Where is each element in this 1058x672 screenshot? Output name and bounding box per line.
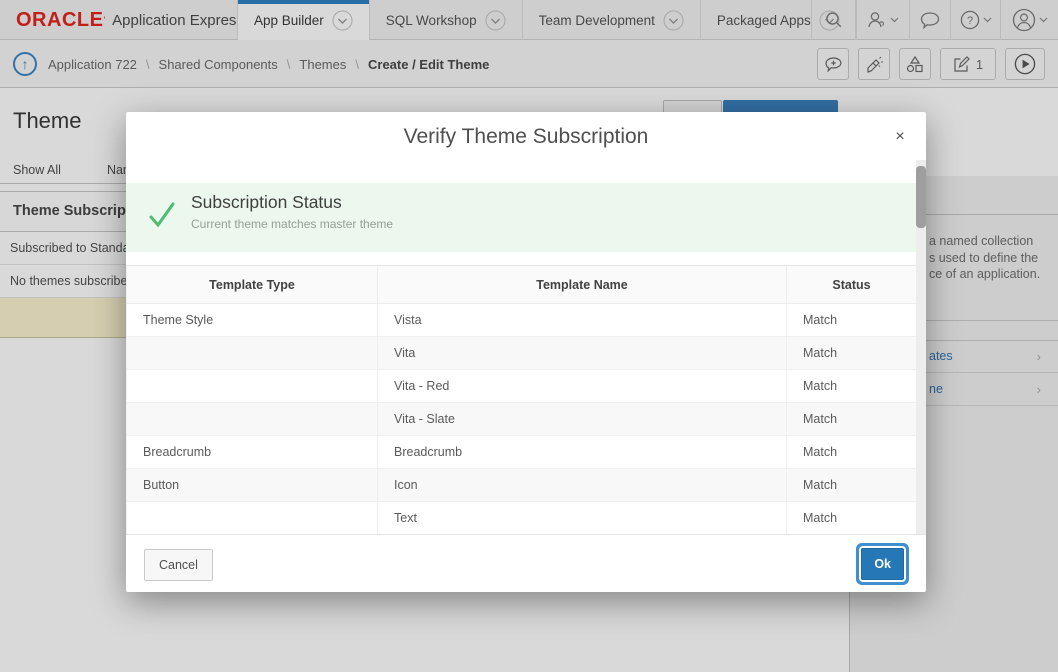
dialog-footer: Cancel Ok [126,534,926,592]
cell-template-name: Icon [378,469,787,502]
dialog-title: Verify Theme Subscription [126,112,926,162]
column-header-template-type: Template Type [127,266,378,304]
cell-status: Match [787,370,917,403]
cell-template-type: Breadcrumb [127,436,378,469]
apex-app: ORACLE' Application Express App Builder … [0,0,1058,672]
check-icon [147,200,177,230]
table-row: Vita - Slate Match [127,403,917,436]
cell-template-name: Text [378,502,787,535]
cell-status: Match [787,502,917,535]
template-verification-table: Template Type Template Name Status Theme… [126,265,917,534]
cell-status: Match [787,403,917,436]
cell-template-name: Vita - Slate [378,403,787,436]
cell-template-name: Vista [378,304,787,337]
cell-template-type: Theme Style [127,304,378,337]
cell-template-name: Vita [378,337,787,370]
cancel-button[interactable]: Cancel [144,549,213,581]
table-row: Vita - Red Match [127,370,917,403]
status-title: Subscription Status [191,192,342,213]
cell-status: Match [787,337,917,370]
cell-status: Match [787,304,917,337]
table-row: Theme Style Vista Match [127,304,917,337]
table-header-row: Template Type Template Name Status [127,266,917,304]
scrollbar-track[interactable] [916,160,926,534]
cell-template-type [127,337,378,370]
subscription-status-panel: Subscription Status Current theme matche… [126,183,916,252]
table-row: Vita Match [127,337,917,370]
cell-template-type [127,502,378,535]
cell-template-type: Button [127,469,378,502]
column-header-status: Status [787,266,917,304]
scrollbar-thumb[interactable] [916,166,926,228]
status-subtitle: Current theme matches master theme [191,217,393,231]
table-row: Text Match [127,502,917,535]
ok-button[interactable]: Ok [861,548,904,580]
cell-template-name: Breadcrumb [378,436,787,469]
cell-template-name: Vita - Red [378,370,787,403]
table-row: Breadcrumb Breadcrumb Match [127,436,917,469]
cell-template-type [127,403,378,436]
close-icon[interactable]: × [890,127,910,147]
column-header-template-name: Template Name [378,266,787,304]
cell-template-type [127,370,378,403]
dialog-scroll-area: Subscription Status Current theme matche… [126,160,926,534]
cell-status: Match [787,436,917,469]
verify-theme-subscription-dialog: Verify Theme Subscription × Subscription… [126,112,926,592]
table-row: Button Icon Match [127,469,917,502]
dialog-header: Verify Theme Subscription × [126,112,926,160]
cell-status: Match [787,469,917,502]
